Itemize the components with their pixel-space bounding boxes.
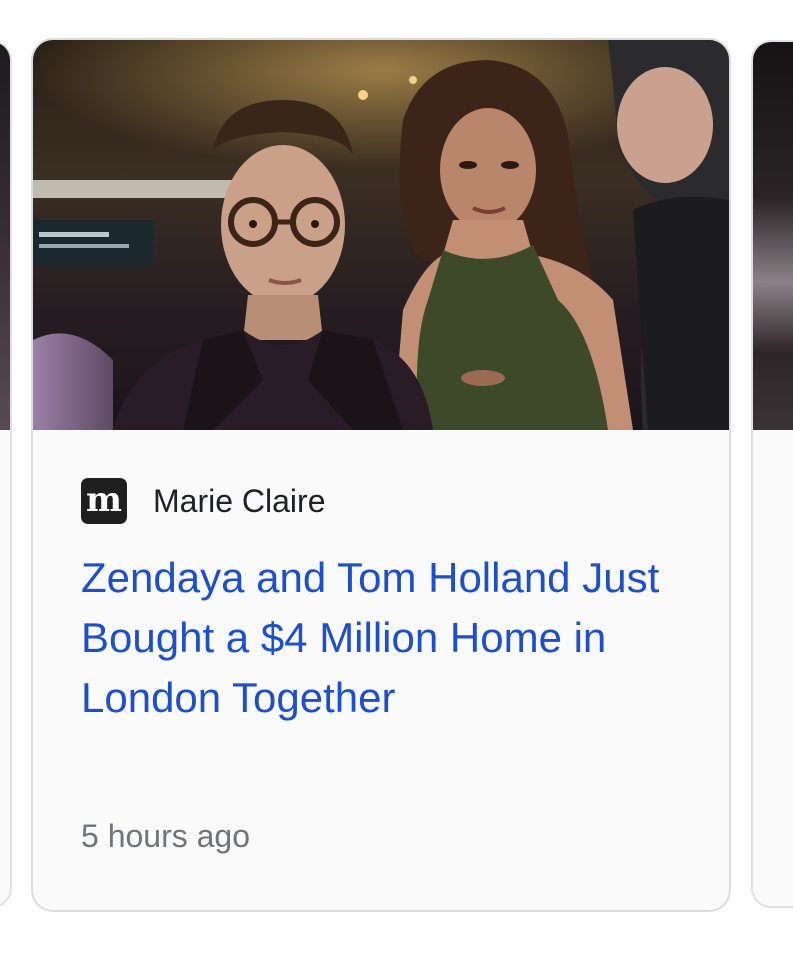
- next-card-thumbnail: [753, 42, 793, 430]
- marie-claire-logo-icon: m: [81, 478, 127, 524]
- source-logo-letter: m: [86, 479, 122, 520]
- news-headline-link[interactable]: Zendaya and Tom Holland Just Bought a $4…: [81, 548, 681, 728]
- source-name: Marie Claire: [153, 483, 326, 519]
- previous-card-thumbnail: [0, 42, 10, 430]
- previous-news-card[interactable]: [0, 40, 12, 908]
- news-card[interactable]: m Marie Claire Zendaya and Tom Holland J…: [31, 38, 731, 912]
- news-thumbnail-image[interactable]: [33, 40, 729, 430]
- news-timestamp: 5 hours ago: [81, 818, 251, 854]
- next-news-card[interactable]: [751, 40, 793, 908]
- news-carousel: m Marie Claire Zendaya and Tom Holland J…: [0, 0, 793, 973]
- news-source: m Marie Claire: [81, 478, 325, 524]
- news-card-body: m Marie Claire Zendaya and Tom Holland J…: [33, 430, 729, 910]
